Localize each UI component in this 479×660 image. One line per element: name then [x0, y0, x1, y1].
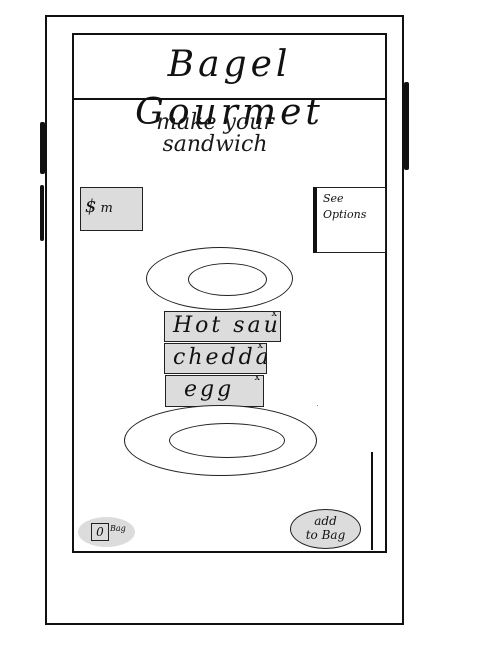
price-value: m — [100, 201, 113, 216]
see-options-label-2: Options — [323, 208, 367, 221]
app-header: Bagel Gourmet — [72, 33, 387, 133]
power-button[interactable] — [404, 82, 409, 170]
ingredient-cheddar[interactable]: cheddar x — [164, 343, 267, 374]
scrollbar[interactable] — [371, 452, 373, 550]
price-display: $ m — [80, 187, 143, 231]
stray-mark — [317, 405, 318, 406]
ingredient-egg[interactable]: egg x — [165, 375, 264, 407]
bag-button[interactable]: 0 Bag — [78, 517, 135, 547]
add-to-bag-label-1: add — [314, 514, 337, 528]
bag-count-badge: 0 — [91, 523, 109, 541]
ingredient-label: cheddar — [173, 345, 266, 370]
ingredient-label: egg — [184, 377, 235, 402]
page-title-line-2: sandwich — [162, 132, 268, 157]
volume-down-button[interactable] — [40, 185, 44, 241]
volume-up-button[interactable] — [40, 122, 45, 174]
remove-ingredient-icon[interactable]: x — [271, 312, 277, 320]
see-options-label-1: See — [323, 192, 344, 205]
remove-ingredient-icon[interactable]: x — [254, 376, 260, 384]
page-title: make your sandwich — [130, 112, 300, 156]
ingredient-label: Hot sauce — [173, 313, 281, 338]
add-to-bag-button[interactable]: add to Bag — [290, 509, 361, 549]
bagel-top-hole — [188, 263, 267, 296]
ingredient-hot-sauce[interactable]: Hot sauce x — [164, 311, 281, 342]
see-options-button[interactable]: See Options — [313, 187, 386, 253]
add-to-bag-label-2: to Bag — [305, 528, 346, 542]
page-title-line-1: make your — [156, 110, 274, 135]
remove-ingredient-icon[interactable]: x — [257, 344, 263, 352]
bag-label: Bag — [110, 524, 126, 533]
dollar-sign: $ — [85, 196, 97, 217]
bagel-bottom-hole — [169, 423, 285, 458]
